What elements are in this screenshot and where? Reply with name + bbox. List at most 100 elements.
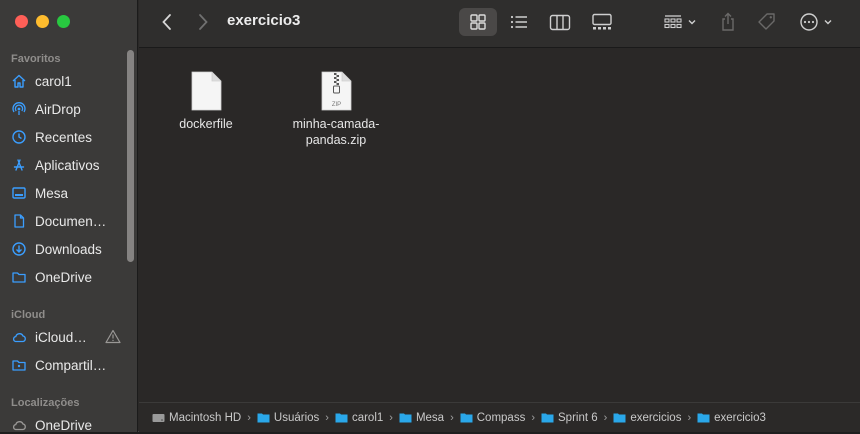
applications-icon xyxy=(11,157,27,173)
path-item-carol1[interactable]: carol1 xyxy=(335,412,383,424)
file-name: dockerfile xyxy=(179,117,233,131)
close-window-button[interactable] xyxy=(15,15,28,28)
back-button[interactable] xyxy=(155,8,179,36)
file-browser[interactable]: dockerfile ZIP minha-camada- pandas.zip xyxy=(139,49,860,401)
shared-folder-icon xyxy=(11,357,27,373)
icon-view-button[interactable] xyxy=(459,8,497,36)
path-separator: › xyxy=(531,411,535,424)
cloud-icon xyxy=(11,417,27,433)
sidebar-item-recentes[interactable]: Recentes xyxy=(11,126,123,148)
path-item-exercicios[interactable]: exercicios xyxy=(613,412,681,424)
path-separator: › xyxy=(603,411,608,424)
sidebar-item-downloads[interactable]: Downloads xyxy=(11,238,123,260)
sidebar-item-onedrive-location[interactable]: OneDrive xyxy=(11,414,123,434)
sidebar-item-aplicativos[interactable]: Aplicativos xyxy=(11,154,123,176)
path-item-label: Sprint 6 xyxy=(558,411,598,424)
folder-icon xyxy=(399,413,412,423)
warning-icon[interactable] xyxy=(105,329,121,349)
folder-icon xyxy=(697,413,710,423)
more-actions-button[interactable] xyxy=(795,8,837,36)
sidebar-item-label: AirDrop xyxy=(35,101,81,117)
forward-button[interactable] xyxy=(191,8,215,36)
folder-icon xyxy=(613,413,626,423)
columns-icon xyxy=(549,14,571,30)
sidebar-item-label: iCloud… xyxy=(35,329,87,345)
hard-drive-icon xyxy=(152,414,165,422)
sidebar-item-mesa[interactable]: Mesa xyxy=(11,182,123,204)
sidebar-item-label: Compartil… xyxy=(35,357,107,373)
list-icon xyxy=(510,15,527,29)
maximize-window-button[interactable] xyxy=(57,15,70,28)
sidebar-item-label: carol1 xyxy=(35,73,72,89)
path-item-exercicio3[interactable]: exercicio3 xyxy=(697,412,766,424)
path-item-mesa[interactable]: Mesa xyxy=(399,412,444,424)
zip-badge: ZIP xyxy=(332,102,341,108)
share-icon xyxy=(722,12,734,31)
sidebar: Favoritos carol1 AirDrop Recentes Aplica… xyxy=(0,0,138,434)
path-item-compass[interactable]: Compass xyxy=(460,412,525,424)
window-controls xyxy=(15,15,70,28)
path-item-label: Mesa xyxy=(415,411,445,424)
path-item-label: exercicio3 xyxy=(714,411,766,424)
path-item-label: carol1 xyxy=(351,411,384,424)
sidebar-item-label: OneDrive xyxy=(35,269,93,285)
column-view-button[interactable] xyxy=(545,8,575,36)
path-separator: › xyxy=(389,411,393,424)
folder-icon xyxy=(257,413,270,423)
ellipsis-circle-icon xyxy=(800,13,818,31)
file-name-line-2: pandas.zip xyxy=(305,133,367,147)
path-item-macintosh-hd[interactable]: Macintosh HD xyxy=(152,412,241,424)
path-separator: › xyxy=(247,411,251,424)
path-separator: › xyxy=(450,411,454,424)
path-item-sprint-6[interactable]: Sprint 6 xyxy=(541,412,598,424)
clock-icon xyxy=(11,129,27,145)
zip-file-icon: ZIP xyxy=(321,71,352,111)
chevron-right-icon xyxy=(199,14,208,30)
home-icon xyxy=(11,73,27,89)
sidebar-item-carol1[interactable]: carol1 xyxy=(11,70,123,92)
desktop-icon xyxy=(11,185,27,201)
sidebar-section-icloud: iCloud xyxy=(11,309,46,321)
list-view-button[interactable] xyxy=(505,8,533,36)
airdrop-icon xyxy=(11,101,27,117)
gallery-view-button[interactable] xyxy=(587,8,617,36)
tag-icon xyxy=(758,13,775,30)
file-name: minha-camada- pandas.zip xyxy=(281,116,391,148)
path-item-usuarios[interactable]: Usuários xyxy=(257,412,319,424)
file-item-zip[interactable]: ZIP minha-camada- pandas.zip xyxy=(281,71,391,148)
finder-window: Favoritos carol1 AirDrop Recentes Aplica… xyxy=(0,0,860,434)
sidebar-item-label: Documen… xyxy=(35,213,107,229)
sidebar-item-label: OneDrive xyxy=(35,417,93,433)
chevron-down-icon xyxy=(688,20,696,25)
share-button[interactable] xyxy=(715,8,741,36)
path-item-label: exercicios xyxy=(630,411,682,424)
folder-icon xyxy=(11,269,27,285)
group-grid-icon xyxy=(664,15,682,29)
path-item-label: Usuários xyxy=(273,411,320,424)
tag-button[interactable] xyxy=(753,8,781,36)
minimize-window-button[interactable] xyxy=(36,15,49,28)
file-name-line-1: minha-camada- xyxy=(292,117,380,131)
sidebar-item-label: Aplicativos xyxy=(35,157,100,173)
grid-icon xyxy=(470,14,486,30)
sidebar-scrollbar[interactable] xyxy=(127,50,134,262)
sidebar-section-favorites: Favoritos xyxy=(11,53,61,65)
cloud-icon xyxy=(11,329,27,345)
group-by-button[interactable] xyxy=(659,8,701,36)
sidebar-item-airdrop[interactable]: AirDrop xyxy=(11,98,123,120)
folder-icon xyxy=(460,413,473,423)
sidebar-item-compartilhado[interactable]: Compartil… xyxy=(11,354,123,376)
path-item-label: Macintosh HD xyxy=(169,411,242,424)
sidebar-item-documentos[interactable]: Documen… xyxy=(11,210,123,232)
chevron-down-icon xyxy=(824,20,832,25)
path-bar: Macintosh HD › Usuários › carol1 › Mesa … xyxy=(139,402,860,432)
folder-icon xyxy=(541,413,554,423)
file-item-dockerfile[interactable]: dockerfile xyxy=(151,71,261,132)
path-separator: › xyxy=(687,411,692,424)
sidebar-item-onedrive[interactable]: OneDrive xyxy=(11,266,123,288)
download-icon xyxy=(11,241,27,257)
sidebar-item-label: Downloads xyxy=(35,241,102,257)
chevron-left-icon xyxy=(162,14,171,30)
window-title: exercicio3 xyxy=(227,12,301,29)
document-icon xyxy=(11,213,27,229)
